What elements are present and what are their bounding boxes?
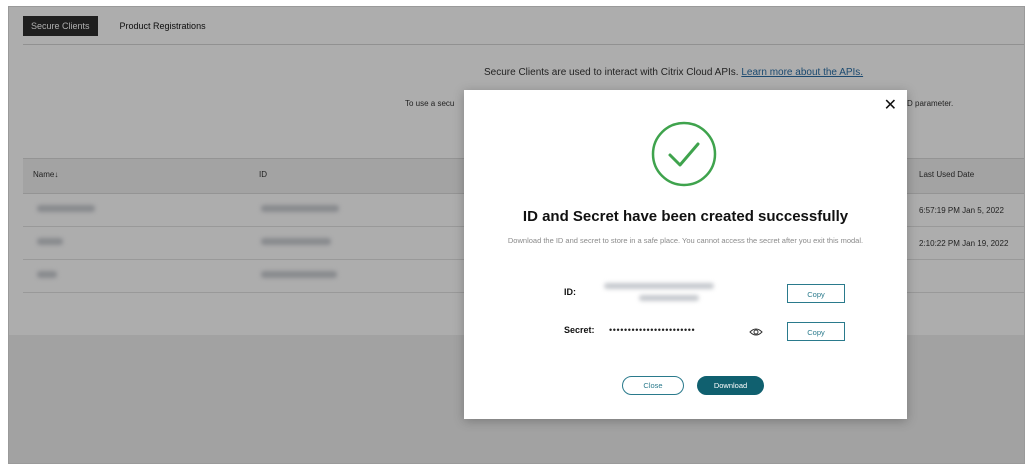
download-button[interactable]: Download — [697, 376, 764, 395]
app-frame: Secure Clients Product Registrations Sec… — [8, 6, 1025, 464]
secret-value-masked: ••••••••••••••••••••••• — [609, 325, 696, 335]
close-icon[interactable]: ✕ — [884, 98, 897, 114]
modal-subtitle: Download the ID and secret to store in a… — [507, 236, 864, 245]
eye-icon[interactable] — [749, 324, 763, 336]
close-button[interactable]: Close — [622, 376, 684, 395]
id-value-blurred — [604, 283, 714, 289]
secret-label: Secret: — [564, 325, 595, 335]
copy-id-button[interactable]: Copy — [787, 284, 845, 303]
check-circle-icon — [650, 120, 718, 188]
id-label: ID: — [564, 287, 576, 297]
modal-title: ID and Secret have been created successf… — [522, 208, 849, 225]
id-value-blurred-line2 — [639, 295, 699, 301]
success-modal: ✕ ID and Secret have been created succes… — [464, 90, 907, 419]
copy-secret-button[interactable]: Copy — [787, 322, 845, 341]
